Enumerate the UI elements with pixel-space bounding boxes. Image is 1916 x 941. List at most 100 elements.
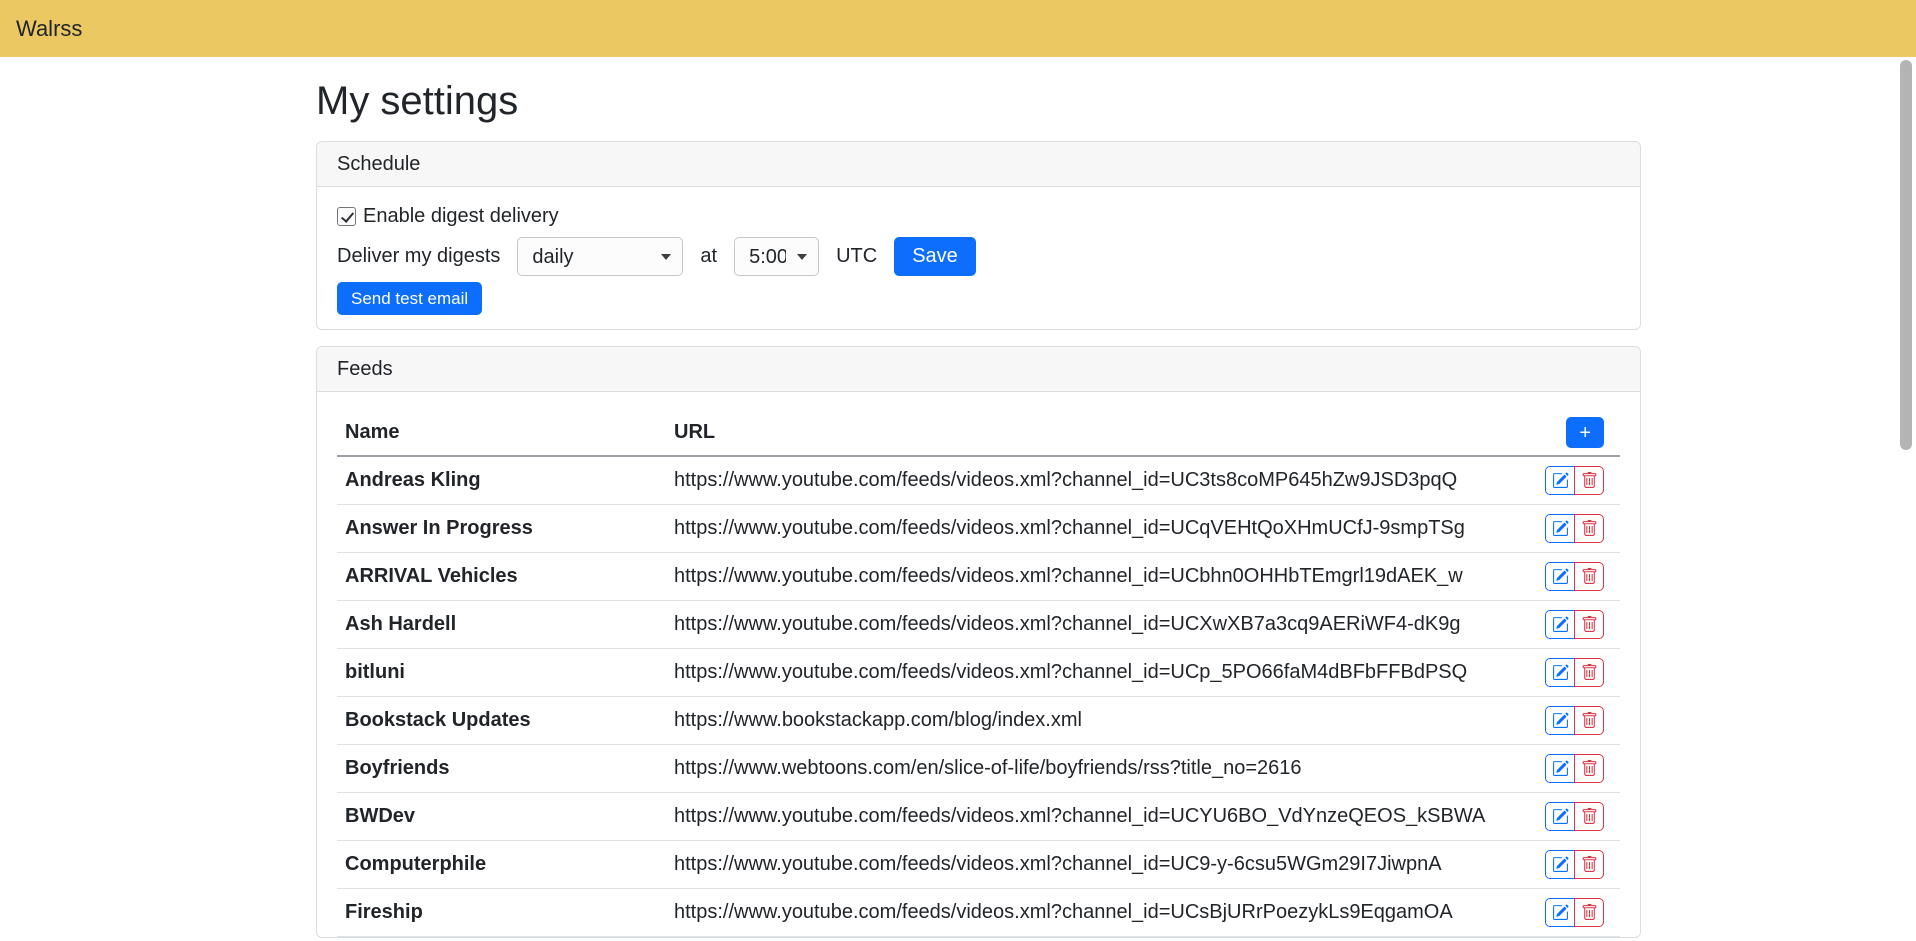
feed-actions-group (1545, 658, 1604, 687)
pencil-square-icon (1552, 664, 1569, 681)
enable-digest-checkbox[interactable] (337, 207, 356, 226)
trash-icon (1581, 616, 1598, 633)
delete-feed-button[interactable] (1574, 658, 1604, 687)
feed-url: https://www.youtube.com/feeds/videos.xml… (666, 793, 1525, 841)
digest-time-select[interactable]: 5:00 (734, 237, 819, 276)
feed-name: Andreas Kling (337, 456, 666, 505)
schedule-card-header: Schedule (317, 142, 1640, 187)
edit-feed-button[interactable] (1545, 850, 1575, 879)
feed-actions-group (1545, 850, 1604, 879)
trash-icon (1581, 472, 1598, 489)
feed-actions (1525, 745, 1620, 793)
timezone-label: UTC (836, 245, 877, 268)
enable-digest-label: Enable digest delivery (363, 205, 559, 228)
trash-icon (1581, 568, 1598, 585)
feed-actions-group (1545, 514, 1604, 543)
feeds-table: Name URL + Andreas Kling https://www.you… (337, 410, 1620, 937)
feed-actions (1525, 505, 1620, 553)
trash-icon (1581, 808, 1598, 825)
table-row: Andreas Kling https://www.youtube.com/fe… (337, 456, 1620, 505)
pencil-square-icon (1552, 568, 1569, 585)
feed-url: https://www.bookstackapp.com/blog/index.… (666, 697, 1525, 745)
feed-url: https://www.youtube.com/feeds/videos.xml… (666, 456, 1525, 505)
save-button[interactable]: Save (894, 237, 976, 276)
pencil-square-icon (1552, 808, 1569, 825)
navbar-brand[interactable]: Walrss (16, 16, 82, 42)
feeds-table-body: Andreas Kling https://www.youtube.com/fe… (337, 456, 1620, 937)
feed-actions (1525, 889, 1620, 937)
feed-url: https://www.webtoons.com/en/slice-of-lif… (666, 745, 1525, 793)
pencil-square-icon (1552, 760, 1569, 777)
delete-feed-button[interactable] (1574, 850, 1604, 879)
send-test-email-button[interactable]: Send test email (337, 282, 482, 315)
delete-feed-button[interactable] (1574, 562, 1604, 591)
feed-actions-group (1545, 562, 1604, 591)
trash-icon (1581, 712, 1598, 729)
table-row: Ash Hardell https://www.youtube.com/feed… (337, 601, 1620, 649)
column-header-actions: + (1525, 410, 1620, 456)
feed-actions-group (1545, 898, 1604, 927)
feed-name: bitluni (337, 649, 666, 697)
feed-actions (1525, 601, 1620, 649)
pencil-square-icon (1552, 520, 1569, 537)
feeds-card: Feeds Name URL + Andreas Kling https://w… (316, 346, 1641, 938)
feed-actions-group (1545, 466, 1604, 495)
feeds-table-header-row: Name URL + (337, 410, 1620, 456)
delete-feed-button[interactable] (1574, 706, 1604, 735)
table-row: Answer In Progress https://www.youtube.c… (337, 505, 1620, 553)
feed-actions (1525, 553, 1620, 601)
table-row: Bookstack Updates https://www.bookstacka… (337, 697, 1620, 745)
edit-feed-button[interactable] (1545, 754, 1575, 783)
edit-feed-button[interactable] (1545, 610, 1575, 639)
schedule-card: Schedule Enable digest delivery Deliver … (316, 141, 1641, 330)
column-header-url: URL (666, 410, 1525, 456)
add-feed-button[interactable]: + (1566, 417, 1604, 448)
pencil-square-icon (1552, 856, 1569, 873)
feed-url: https://www.youtube.com/feeds/videos.xml… (666, 553, 1525, 601)
feeds-card-body: Name URL + Andreas Kling https://www.you… (317, 392, 1640, 937)
navbar: Walrss (0, 0, 1916, 57)
trash-icon (1581, 904, 1598, 921)
page-title: My settings (316, 77, 1641, 125)
delete-feed-button[interactable] (1574, 754, 1604, 783)
delete-feed-button[interactable] (1574, 610, 1604, 639)
pencil-square-icon (1552, 712, 1569, 729)
feed-actions-group (1545, 706, 1604, 735)
feed-name: BWDev (337, 793, 666, 841)
feed-url: https://www.youtube.com/feeds/videos.xml… (666, 601, 1525, 649)
feed-name: Fireship (337, 889, 666, 937)
edit-feed-button[interactable] (1545, 514, 1575, 543)
delete-feed-button[interactable] (1574, 898, 1604, 927)
feed-name: ARRIVAL Vehicles (337, 553, 666, 601)
enable-digest-row: Enable digest delivery (337, 201, 1620, 231)
feed-url: https://www.youtube.com/feeds/videos.xml… (666, 649, 1525, 697)
pencil-square-icon (1552, 616, 1569, 633)
feed-actions (1525, 697, 1620, 745)
trash-icon (1581, 520, 1598, 537)
table-row: ARRIVAL Vehicles https://www.youtube.com… (337, 553, 1620, 601)
trash-icon (1581, 760, 1598, 777)
delete-feed-button[interactable] (1574, 514, 1604, 543)
at-label: at (700, 245, 717, 268)
edit-feed-button[interactable] (1545, 562, 1575, 591)
edit-feed-button[interactable] (1545, 802, 1575, 831)
feed-name: Boyfriends (337, 745, 666, 793)
digest-frequency-select[interactable]: daily (517, 237, 683, 276)
feed-actions-group (1545, 802, 1604, 831)
frequency-select-wrap: daily (517, 237, 683, 276)
table-row: Boyfriends https://www.webtoons.com/en/s… (337, 745, 1620, 793)
scrollbar[interactable] (1900, 60, 1912, 450)
edit-feed-button[interactable] (1545, 658, 1575, 687)
feed-actions (1525, 649, 1620, 697)
pencil-square-icon (1552, 472, 1569, 489)
edit-feed-button[interactable] (1545, 466, 1575, 495)
delete-feed-button[interactable] (1574, 466, 1604, 495)
feed-actions (1525, 841, 1620, 889)
edit-feed-button[interactable] (1545, 706, 1575, 735)
feed-url: https://www.youtube.com/feeds/videos.xml… (666, 889, 1525, 937)
feed-name: Answer In Progress (337, 505, 666, 553)
delete-feed-button[interactable] (1574, 802, 1604, 831)
edit-feed-button[interactable] (1545, 898, 1575, 927)
trash-icon (1581, 856, 1598, 873)
digest-schedule-row: Deliver my digests daily at 5:00 UTC Sav… (337, 237, 1620, 276)
